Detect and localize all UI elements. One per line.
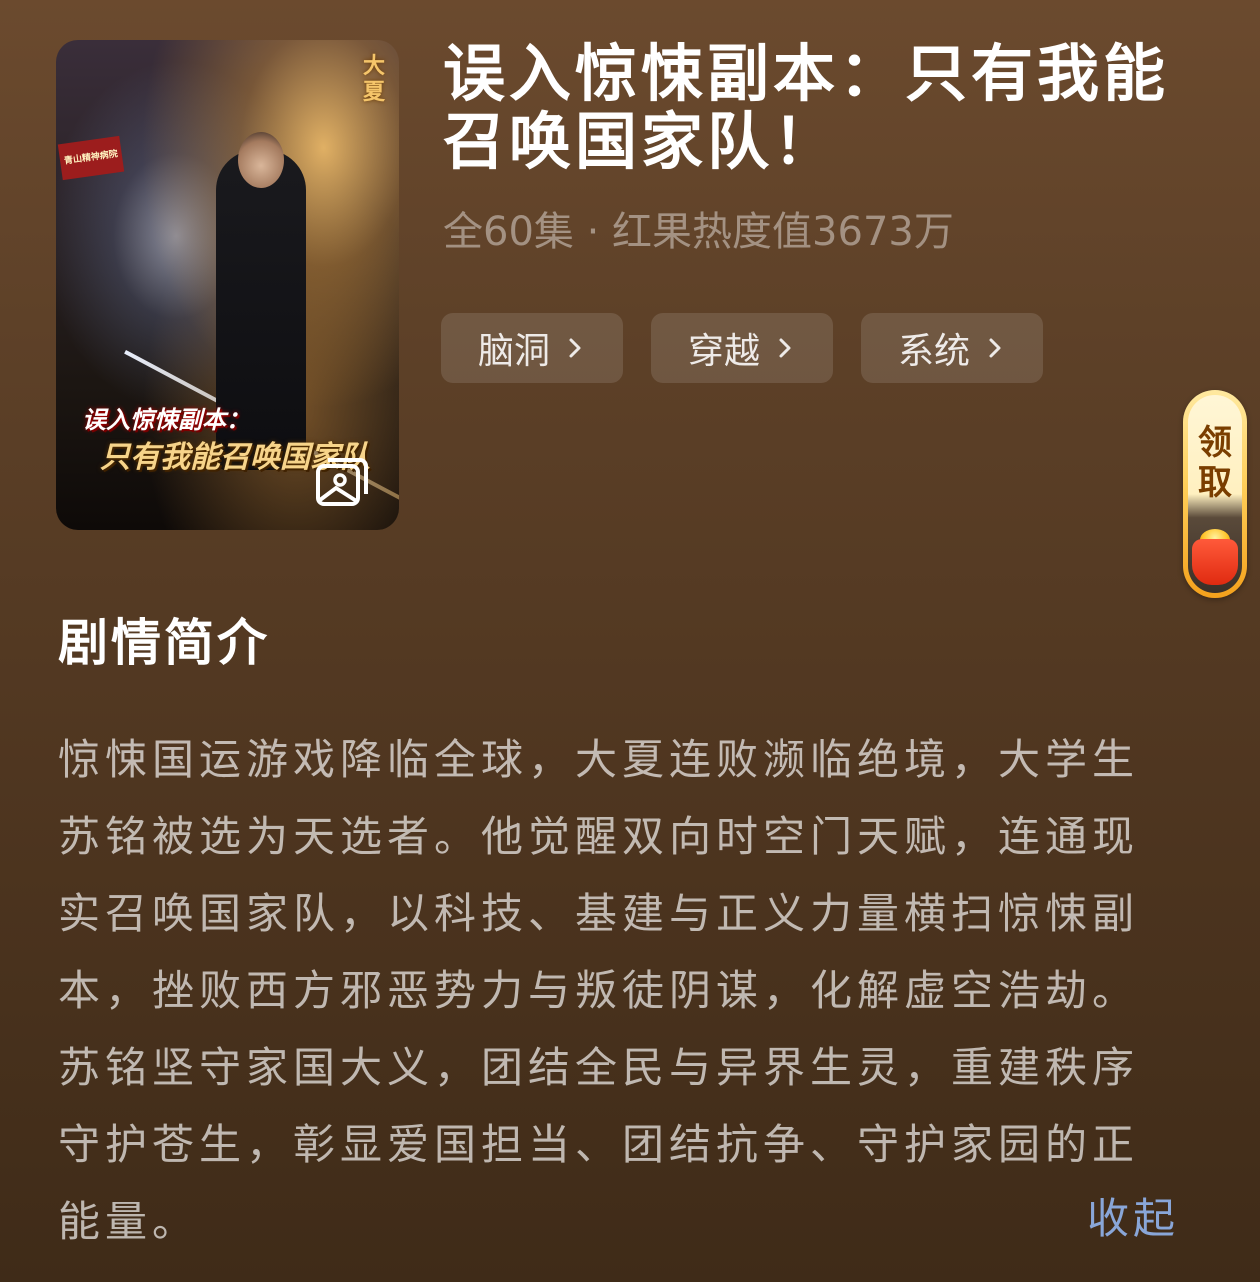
reward-label: 领取 — [1198, 423, 1232, 503]
tag-button[interactable]: 脑洞 — [441, 313, 623, 383]
tag-button[interactable]: 穿越 — [651, 313, 833, 383]
cover-figure-head — [238, 132, 284, 188]
cover-sign: 青山精神病院 — [57, 135, 125, 181]
claim-reward-button[interactable]: 领取 — [1183, 390, 1247, 598]
synopsis-text: 惊悚国运游戏降临全球，大夏连败濒临绝境，大学生苏铭被选为天选者。他觉醒双向时空门… — [58, 735, 1140, 1246]
tag-list: 脑洞 穿越 系统 — [441, 313, 1043, 383]
tag-label: 系统 — [897, 331, 970, 372]
chevron-right-icon — [989, 338, 1001, 358]
chevron-right-icon — [779, 338, 791, 358]
reward-inner: 领取 — [1188, 395, 1242, 593]
tag-label: 穿越 — [687, 331, 760, 372]
cover-title-line1: 误入惊悚副本： — [82, 406, 250, 434]
collapse-button[interactable]: 收起 — [1087, 1190, 1179, 1248]
red-envelope-icon — [1192, 539, 1238, 585]
synopsis-heading: 剧情简介 — [58, 614, 270, 672]
tag-button[interactable]: 系统 — [861, 313, 1043, 383]
drama-cover-image[interactable]: 青山精神病院 大夏 误入惊悚副本： 只有我能召唤国家队 — [56, 40, 399, 530]
cover-corner-text: 大夏 — [362, 54, 385, 105]
tag-label: 脑洞 — [477, 331, 550, 372]
drama-title: 误入惊悚副本：只有我能召唤国家队！ — [443, 37, 1170, 178]
chevron-right-icon — [569, 338, 581, 358]
drama-meta: 全60集 · 红果热度值3673万 — [443, 209, 954, 255]
image-gallery-icon[interactable] — [314, 452, 370, 508]
